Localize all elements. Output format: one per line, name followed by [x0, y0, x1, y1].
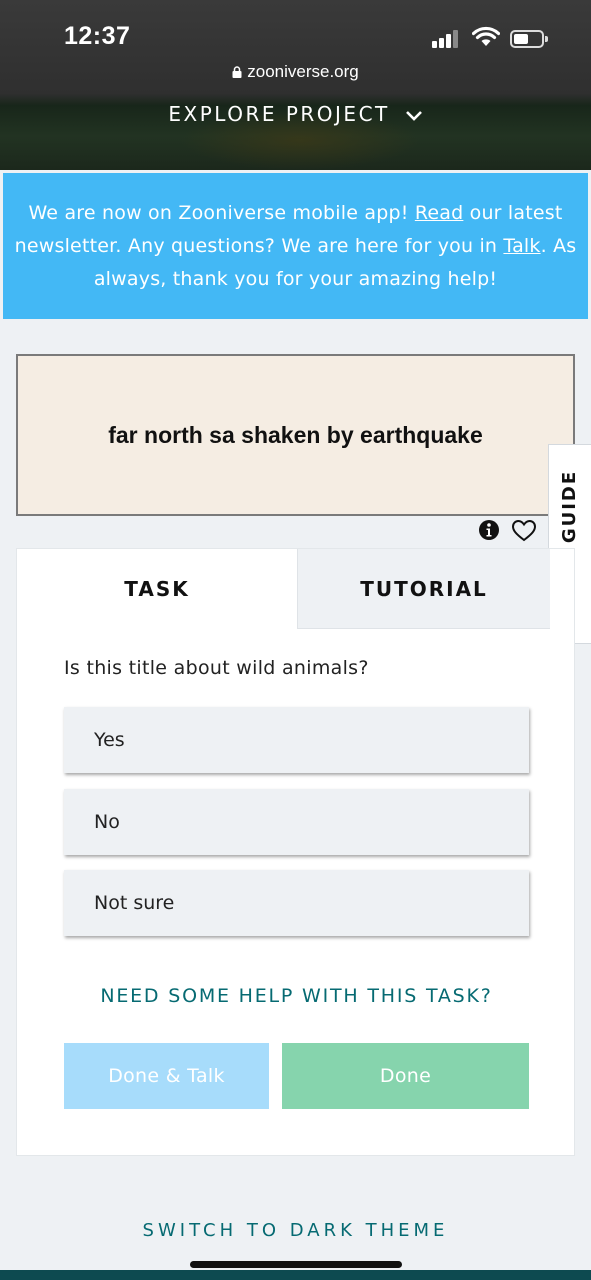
answer-yes-button[interactable]: Yes [64, 707, 529, 773]
address-url: zooniverse.org [247, 62, 359, 81]
announcement-banner: We are now on Zooniverse mobile app! Rea… [3, 173, 588, 319]
subject-title: far north sa shaken by earthquake [108, 421, 483, 448]
switch-dark-theme-button[interactable]: SWITCH TO DARK THEME [0, 1220, 591, 1241]
answer-label: Yes [94, 729, 125, 751]
banner-text-1: We are now on Zooniverse mobile app! [28, 202, 415, 224]
tab-tutorial[interactable]: TUTORIAL [297, 549, 550, 629]
home-indicator[interactable] [190, 1261, 402, 1268]
banner-talk-link[interactable]: Talk [503, 235, 540, 257]
banner-read-link[interactable]: Read [415, 202, 464, 224]
lock-icon [232, 66, 242, 78]
answer-not-sure-button[interactable]: Not sure [64, 870, 529, 936]
tab-task[interactable]: TASK [17, 549, 297, 629]
cellular-signal-icon [432, 30, 462, 48]
explore-project-menu[interactable]: EXPLORE PROJECT [0, 102, 591, 126]
battery-icon [510, 30, 548, 48]
address-bar[interactable]: zooniverse.org [0, 62, 591, 82]
explore-project-label: EXPLORE PROJECT [168, 102, 390, 126]
task-question: Is this title about wild animals? [64, 657, 369, 679]
answer-no-button[interactable]: No [64, 789, 529, 855]
subject-image: far north sa shaken by earthquake [16, 354, 575, 516]
chevron-down-icon [405, 110, 422, 121]
status-bar: 12:37 zooniverse.org [0, 0, 591, 81]
info-icon[interactable] [478, 519, 500, 541]
heart-icon[interactable] [511, 519, 537, 542]
answer-label: Not sure [94, 892, 175, 914]
done-and-talk-button[interactable]: Done & Talk [64, 1043, 269, 1109]
task-panel: TASK TUTORIAL Is this title about wild a… [16, 548, 575, 1156]
wifi-icon [472, 26, 500, 46]
footer-strip [0, 1270, 591, 1280]
done-button[interactable]: Done [282, 1043, 529, 1109]
task-help-link[interactable]: NEED SOME HELP WITH THIS TASK? [17, 985, 576, 1007]
status-time: 12:37 [64, 22, 131, 50]
answer-label: No [94, 811, 120, 833]
